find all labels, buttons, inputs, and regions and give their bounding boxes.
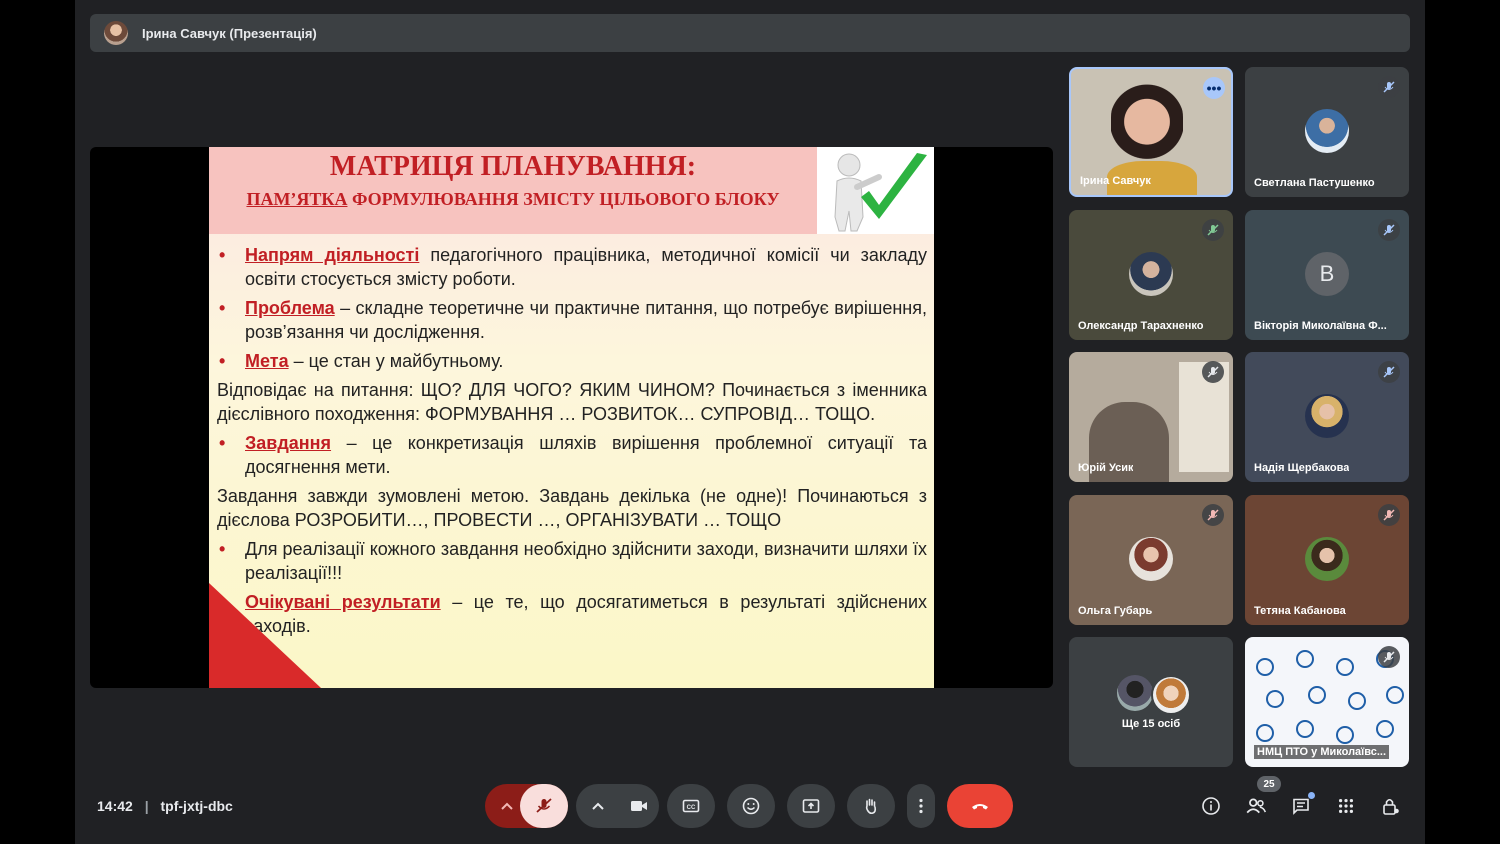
bottom-toolbar: 14:42 | tpf-jxtj-dbc CC <box>75 770 1425 844</box>
participant-avatar <box>1129 537 1173 581</box>
mic-off-icon <box>1378 361 1400 383</box>
participant-avatar <box>1305 537 1349 581</box>
participant-tile[interactable]: Надія Щербакова <box>1245 352 1409 482</box>
mic-off-button[interactable] <box>520 784 568 828</box>
participant-name: Вікторія Миколаївна Ф... <box>1254 320 1387 332</box>
more-options-icon[interactable]: ••• <box>1203 77 1225 99</box>
microphone-control <box>485 784 568 828</box>
present-screen-button[interactable] <box>787 784 835 828</box>
people-count-badge: 25 <box>1257 776 1281 792</box>
slide-body: Напрям діяльності педагогічного працівни… <box>217 243 927 643</box>
participant-tile-speaker[interactable]: ••• Ірина Савчук <box>1069 67 1233 197</box>
participant-avatar <box>1117 675 1153 711</box>
participant-tile[interactable]: НМЦ ПТО у Миколаївс... <box>1245 637 1409 767</box>
activities-button[interactable] <box>1332 792 1360 820</box>
lock-person-icon <box>1383 798 1399 815</box>
slide-paragraph: Завдання завжди зумовлені метою. Завдань… <box>217 486 927 530</box>
people-icon <box>1246 798 1267 814</box>
apps-grid-icon <box>1338 798 1354 814</box>
presentation-slide: МАТРИЦЯ ПЛАНУВАННЯ: ПАМ’ЯТКА ФОРМУЛЮВАНН… <box>209 147 934 688</box>
participant-tile[interactable]: Тетяна Кабанова <box>1245 495 1409 625</box>
host-controls-button[interactable] <box>1377 792 1405 820</box>
leave-call-button[interactable] <box>947 784 1013 828</box>
more-participants-label: Ще 15 осіб <box>1121 718 1181 730</box>
participant-name: Юрій Усик <box>1078 462 1134 474</box>
more-participants-tile[interactable]: Ще 15 осіб <box>1069 637 1233 767</box>
participant-avatar <box>1151 675 1191 715</box>
camera-button[interactable] <box>629 796 649 821</box>
more-options-button[interactable] <box>907 784 935 828</box>
participant-avatar: В <box>1305 252 1349 296</box>
presenter-avatar <box>104 21 128 45</box>
participant-avatar <box>1305 394 1349 438</box>
presentation-header: Ірина Савчук (Презентація) <box>90 14 1410 52</box>
svg-text:CC: CC <box>687 805 696 811</box>
mic-off-icon <box>1202 504 1224 526</box>
slide-bullet: Мета – це стан у майбутньому. <box>217 349 927 373</box>
participant-name: Светлана Пастушенко <box>1254 177 1375 189</box>
participant-tile[interactable]: Светлана Пастушенко <box>1245 67 1409 197</box>
camera-control <box>576 784 659 828</box>
video-options-button[interactable] <box>588 797 608 822</box>
checkmark-figure-icon <box>817 147 934 234</box>
chat-icon <box>1293 798 1309 815</box>
presenter-label: Ірина Савчук (Презентація) <box>142 25 317 41</box>
participant-name: Олександр Тарахненко <box>1078 320 1204 332</box>
slide-title: МАТРИЦЯ ПЛАНУВАННЯ: <box>329 151 697 182</box>
notification-dot <box>1308 792 1315 799</box>
meeting-code: tpf-jxtj-dbc <box>160 798 233 814</box>
camera-icon <box>631 801 647 811</box>
mic-off-icon <box>1378 219 1400 241</box>
info-icon <box>1202 797 1220 815</box>
slide-bullet: Проблема – складне теоретичне чи практич… <box>217 296 927 344</box>
participant-tile[interactable]: Юрій Усик <box>1069 352 1233 482</box>
hand-icon <box>865 798 877 815</box>
end-call-icon <box>972 804 988 810</box>
participant-name: Тетяна Кабанова <box>1254 605 1346 617</box>
chat-button[interactable] <box>1287 792 1315 820</box>
meeting-details-button[interactable] <box>1197 792 1225 820</box>
slide-bullet: Очікувані результати – це те, що досягат… <box>217 590 927 638</box>
people-button[interactable] <box>1242 792 1270 820</box>
slide-bullet: Завдання – це конкретизація шляхів виріш… <box>217 431 927 479</box>
participant-video <box>1111 83 1183 169</box>
captions-icon: CC <box>682 799 700 813</box>
present-icon <box>802 799 820 813</box>
mic-off-icon <box>1202 361 1224 383</box>
reactions-button[interactable] <box>727 784 775 828</box>
participant-tile[interactable]: Ольга Губарь <box>1069 495 1233 625</box>
slide-bullet: Напрям діяльності педагогічного працівни… <box>217 243 927 291</box>
meeting-info: 14:42 | tpf-jxtj-dbc <box>97 798 233 814</box>
emoji-icon <box>742 797 760 815</box>
clock-time: 14:42 <box>97 798 133 814</box>
mic-off-icon <box>1378 504 1400 526</box>
participant-avatar <box>1305 109 1349 153</box>
mic-off-icon <box>536 798 552 813</box>
mic-off-icon <box>1378 76 1400 98</box>
audio-options-button[interactable] <box>497 797 517 822</box>
slide-subtitle: ПАМ’ЯТКА ФОРМУЛЮВАННЯ ЗМІСТУ ЦІЛЬОВОГО Б… <box>246 189 780 209</box>
captions-button[interactable]: CC <box>667 784 715 828</box>
separator: | <box>144 798 149 814</box>
mic-off-icon <box>1202 219 1224 241</box>
slide-paragraph: Відповідає на питання: ЩО? ДЛЯ ЧОГО? ЯКИ… <box>217 380 927 424</box>
participant-tile[interactable]: Олександр Тарахненко <box>1069 210 1233 340</box>
participant-name: Ірина Савчук <box>1080 175 1151 187</box>
participant-avatar <box>1129 252 1173 296</box>
slide-bullet: Для реалізації кожного завдання необхідн… <box>217 537 927 585</box>
raise-hand-button[interactable] <box>847 784 895 828</box>
participant-tile[interactable]: В Вікторія Миколаївна Ф... <box>1245 210 1409 340</box>
slide-corner-decoration <box>209 583 321 688</box>
mic-off-icon <box>1378 646 1400 668</box>
participant-name: НМЦ ПТО у Миколаївс... <box>1254 745 1390 759</box>
participant-name: Ольга Губарь <box>1078 605 1153 617</box>
participant-name: Надія Щербакова <box>1254 462 1350 474</box>
more-vertical-icon <box>919 798 923 814</box>
